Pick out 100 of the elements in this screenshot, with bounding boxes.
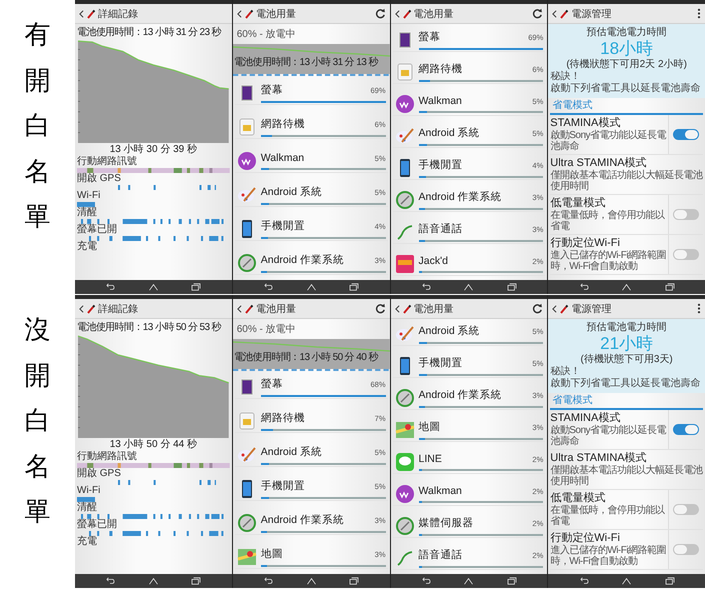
setting-row[interactable]: 低電量模式 在電量低時，會停用功能以省電: [550, 195, 703, 235]
app-name: Android 系統: [418, 324, 480, 338]
recent-apps-icon[interactable]: [664, 283, 675, 291]
recent-apps-icon[interactable]: [506, 283, 517, 291]
app-icon: [236, 546, 257, 567]
setting-title: Ultra STAMINA模式: [550, 157, 647, 170]
recent-apps-icon[interactable]: [191, 577, 202, 585]
setting-row[interactable]: Ultra STAMINA模式 僅開啟基本電話功能以大幅延長電池使用時間: [550, 450, 703, 490]
home-icon[interactable]: [463, 283, 474, 291]
usage-time: 電池使用時間：13 小時 50 分 40 秒: [234, 352, 378, 364]
toggle-switch[interactable]: [673, 249, 699, 260]
recent-apps-icon[interactable]: [349, 577, 360, 585]
app-name: 手機閒置: [418, 158, 462, 172]
app-icon: [394, 516, 414, 536]
usage-time: 電池使用時間：13 小時 50 分 53 秒: [77, 321, 222, 334]
back-icon[interactable]: [79, 10, 84, 18]
app-name: LINE: [418, 452, 442, 465]
app-name: 手機閒置: [260, 478, 305, 493]
back-icon[interactable]: [552, 10, 558, 18]
home-icon[interactable]: [306, 283, 317, 291]
back-icon[interactable]: [236, 304, 242, 312]
signal-label: 清醒: [77, 502, 97, 514]
home-icon[interactable]: [621, 577, 632, 585]
recent-apps-icon[interactable]: [506, 577, 517, 585]
screen-title: 電源管理: [571, 302, 612, 316]
back-icon[interactable]: [394, 304, 400, 312]
app-name: Android 系統: [260, 445, 322, 460]
signal-label: 行動網路訊號: [77, 451, 137, 463]
setting-row[interactable]: Ultra STAMINA模式 僅開啟基本電話功能以大幅延長電池使用時間: [550, 155, 703, 195]
menu-icon[interactable]: [697, 303, 701, 314]
home-icon[interactable]: [463, 577, 474, 585]
app-name: 網路待機: [260, 116, 305, 130]
back-icon[interactable]: [394, 10, 400, 18]
app-name: Android 作業系統: [418, 388, 502, 402]
screen-title: 詳細記錄: [98, 8, 139, 20]
tip-text: 啟動下列省電工具以延長電池壽命: [550, 83, 700, 95]
toggle-switch[interactable]: [673, 209, 699, 220]
app-icon: [394, 62, 414, 82]
app-icon: [394, 420, 414, 440]
setting-title: STAMINA模式: [550, 117, 620, 130]
tool-icon: [244, 304, 254, 314]
setting-title: Ultra STAMINA模式: [550, 452, 647, 464]
battery-status: 60% - 放電中: [236, 322, 297, 337]
app-icon: [394, 254, 414, 274]
toggle-switch[interactable]: [673, 129, 699, 140]
estimate-time: 18小時: [600, 39, 654, 58]
refresh-icon[interactable]: [374, 303, 386, 314]
screen-title: 電池用量: [414, 8, 454, 20]
app-icon: [236, 512, 257, 533]
home-icon[interactable]: [306, 577, 317, 585]
setting-row[interactable]: STAMINA模式 啟動Sony省電功能以延長電池壽命: [550, 115, 703, 155]
app-name: 螢幕: [260, 377, 283, 392]
setting-description: 啟動Sony省電功能以延長電池壽命: [550, 130, 668, 152]
back-icon[interactable]: [79, 304, 84, 312]
signal-label: 開啟 GPS: [77, 173, 121, 185]
screen-title: 詳細記錄: [98, 302, 139, 316]
app-icon: [236, 411, 257, 432]
toggle-switch[interactable]: [673, 504, 699, 515]
setting-description: 進入已儲存的Wi-Fi網路範圍時，Wi-Fi會自動啟動: [550, 545, 668, 567]
back-icon[interactable]: [236, 10, 242, 18]
setting-row[interactable]: 低電量模式 在電量低時，會停用功能以省電: [550, 490, 703, 530]
home-icon[interactable]: [148, 577, 159, 585]
menu-icon[interactable]: [697, 8, 701, 19]
recent-apps-icon[interactable]: [191, 283, 202, 291]
screen-title: 電池用量: [256, 302, 297, 316]
app-name: 網路待機: [260, 411, 305, 426]
app-icon: [394, 94, 414, 114]
refresh-icon[interactable]: [532, 8, 544, 19]
app-name: 網路待機: [418, 62, 462, 76]
screen-title: 電源管理: [571, 8, 612, 20]
estimate-label: 預估電池電力時間: [586, 322, 667, 334]
setting-title: 行動定位Wi-Fi: [550, 532, 620, 544]
app-name: Walkman: [260, 152, 304, 164]
back-icon[interactable]: [552, 304, 558, 312]
app-name: Walkman: [418, 94, 462, 106]
setting-row[interactable]: 行動定位Wi-Fi 進入已儲存的Wi-Fi網路範圍時，Wi-Fi會自動啟動: [550, 235, 703, 275]
setting-description: 在電量低時，會停用功能以省電: [550, 505, 666, 527]
signal-label: 清醒: [77, 207, 97, 219]
recent-apps-icon[interactable]: [664, 577, 675, 585]
app-name: Walkman: [418, 484, 462, 497]
refresh-icon[interactable]: [374, 8, 386, 19]
section-header: 省電模式: [550, 98, 703, 115]
toggle-switch[interactable]: [673, 424, 699, 435]
setting-row[interactable]: STAMINA模式 啟動Sony省電功能以延長電池壽命: [550, 410, 703, 450]
refresh-icon[interactable]: [532, 303, 544, 314]
home-icon[interactable]: [148, 283, 159, 291]
toggle-switch[interactable]: [673, 544, 699, 555]
app-icon: [394, 126, 414, 146]
setting-description: 僅開啟基本電話功能以大幅延長電池使用時間: [550, 465, 703, 487]
app-name: 語音通話: [418, 222, 462, 236]
end-time: 13 小時 30 分 39 秒: [108, 143, 198, 156]
setting-row[interactable]: 行動定位Wi-Fi 進入已儲存的Wi-Fi網路範圍時，Wi-Fi會自動啟動: [550, 530, 703, 570]
app-name: 手機閒置: [418, 356, 462, 370]
recent-apps-icon[interactable]: [349, 283, 360, 291]
signal-timeline: [77, 202, 96, 207]
row-label: 有開白名單: [24, 19, 50, 233]
battery-status: 60% - 放電中: [236, 28, 297, 42]
home-icon[interactable]: [621, 283, 632, 291]
app-name: 地圖: [260, 546, 283, 561]
signal-label: 充電: [77, 536, 97, 548]
